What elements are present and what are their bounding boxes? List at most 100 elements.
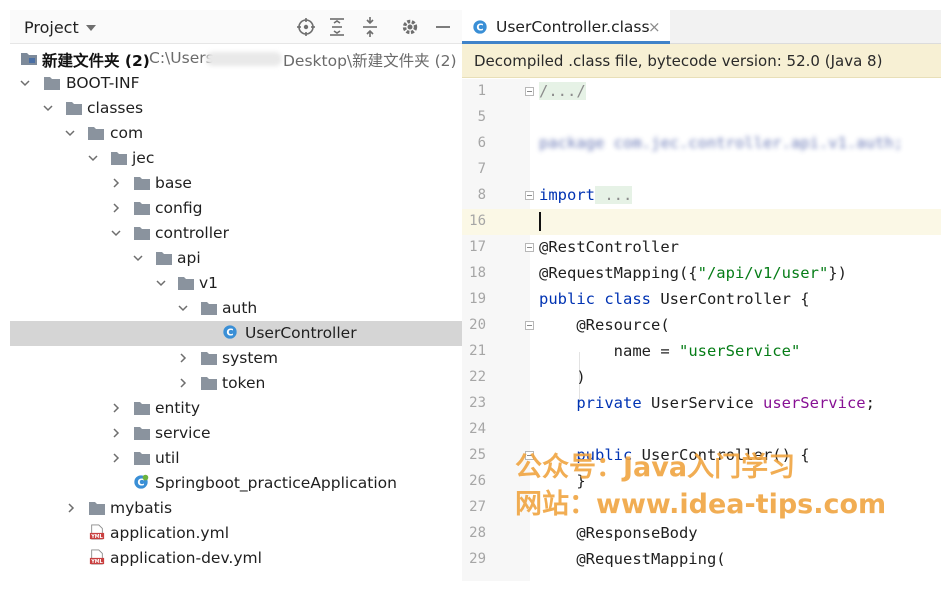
line-number: 19 (469, 291, 486, 307)
fold-icon[interactable] (525, 191, 534, 200)
chevron-down-icon[interactable] (86, 25, 96, 31)
code-text (539, 212, 541, 231)
folder-icon (89, 502, 105, 515)
chevron-down-icon[interactable] (65, 128, 75, 138)
editor-tab-bar: C UserController.class × (462, 10, 941, 44)
tree-row-token[interactable]: token (10, 371, 462, 396)
line-number: 17 (469, 239, 486, 255)
code-line: 28 @ResponseBody (462, 521, 941, 547)
code-line: 1 /.../ (462, 79, 941, 105)
tree-label: controller (155, 224, 229, 242)
folder-icon (134, 427, 150, 440)
chevron-down-icon[interactable] (88, 153, 98, 163)
tree-row-util[interactable]: util (10, 446, 462, 471)
tree-label: entity (155, 399, 200, 417)
expand-all-icon[interactable] (327, 17, 347, 37)
decompiled-banner: Decompiled .class file, bytecode version… (462, 44, 941, 78)
folder-icon (88, 127, 104, 140)
tree-row-user-controller[interactable]: C UserController (10, 321, 462, 346)
line-number: 7 (477, 161, 486, 177)
tree-row-mybatis[interactable]: mybatis (10, 496, 462, 521)
chevron-right-icon[interactable] (66, 503, 76, 513)
tree-row-base[interactable]: base (10, 171, 462, 196)
line-number: 24 (469, 421, 486, 437)
tree-row-system[interactable]: system (10, 346, 462, 371)
line-number: 6 (477, 135, 486, 151)
gear-icon[interactable] (400, 17, 420, 37)
line-number: 20 (469, 317, 486, 333)
tree-row-config[interactable]: config (10, 196, 462, 221)
code-line: 20 @Resource( (462, 313, 941, 339)
tree-row-root[interactable]: 新建文件夹 (2) C:\Users Desktop\新建文件夹 (2) (10, 46, 462, 71)
code-line: 23 private UserService userService; (462, 391, 941, 417)
chevron-right-icon[interactable] (178, 353, 188, 363)
code-line: 21 name = "userService" (462, 339, 941, 365)
fold-icon[interactable] (525, 87, 534, 96)
chevron-right-icon[interactable] (111, 453, 121, 463)
folder-icon (156, 252, 172, 265)
chevron-right-icon[interactable] (111, 428, 121, 438)
line-number: 8 (477, 187, 486, 203)
tree-row-classes[interactable]: classes (10, 96, 462, 121)
tree-row-application-dev-yml[interactable]: YML application-dev.yml (10, 546, 462, 571)
folder-icon (134, 202, 150, 215)
svg-text:YML: YML (90, 534, 103, 540)
fold-icon[interactable] (525, 243, 534, 252)
svg-text:C: C (476, 23, 483, 34)
tree-label: util (155, 449, 180, 467)
tree-row-entity[interactable]: entity (10, 396, 462, 421)
close-icon[interactable]: × (648, 18, 661, 36)
code-text: @RequestMapping({"/api/v1/user"}) (539, 264, 847, 282)
java-class-icon: C (223, 325, 237, 339)
editor-tab-user-controller[interactable]: C UserController.class × (462, 10, 670, 44)
tree-row-controller[interactable]: controller (10, 221, 462, 246)
tree-row-auth[interactable]: auth (10, 296, 462, 321)
tree-row-com[interactable]: com (10, 121, 462, 146)
ide-window: Project 新建文件夹 (2) C:\Users Desktop\新建文件夹… (0, 0, 951, 591)
folder-icon (134, 452, 150, 465)
chevron-right-icon[interactable] (111, 403, 121, 413)
tree-row-jec[interactable]: jec (10, 146, 462, 171)
tree-row-v1[interactable]: v1 (10, 271, 462, 296)
chevron-right-icon[interactable] (111, 178, 121, 188)
folder-module-icon (21, 53, 37, 65)
locate-icon[interactable] (296, 17, 316, 37)
chevron-right-icon[interactable] (111, 203, 121, 213)
tree-row-service[interactable]: service (10, 421, 462, 446)
yaml-file-icon: YML (89, 524, 105, 540)
code-text: /.../ (539, 82, 586, 100)
chevron-down-icon[interactable] (133, 253, 143, 263)
minimize-icon[interactable] (433, 17, 453, 37)
folder-icon (44, 77, 60, 90)
tree-row-api[interactable]: api (10, 246, 462, 271)
spring-boot-class-icon: C (134, 474, 149, 489)
tree-label: service (155, 424, 211, 442)
collapse-all-icon[interactable] (360, 17, 380, 37)
code-text: private UserService userService; (576, 394, 875, 412)
line-number: 5 (477, 109, 486, 125)
chevron-down-icon[interactable] (111, 228, 121, 238)
code-text: import ... (539, 186, 633, 204)
tree-row-application-yml[interactable]: YML application.yml (10, 521, 462, 546)
chevron-right-icon[interactable] (178, 378, 188, 388)
tree-label: jec (132, 149, 155, 167)
tree-row-boot-inf[interactable]: BOOT-INF (10, 71, 462, 96)
fold-icon[interactable] (525, 321, 534, 330)
tab-label: UserController.class (496, 18, 650, 36)
code-line: 18 @RequestMapping({"/api/v1/user"}) (462, 261, 941, 287)
chevron-down-icon[interactable] (20, 78, 30, 88)
svg-text:C: C (226, 328, 233, 339)
tree-row-springboot-application[interactable]: C Springboot_practiceApplication (10, 471, 462, 496)
chevron-down-icon[interactable] (178, 303, 188, 313)
code-text: @RequestMapping( (539, 550, 726, 568)
tree-label: auth (222, 299, 258, 317)
project-panel-title[interactable]: Project (24, 18, 79, 37)
watermark-line-1: 公众号：Java入门学习 (515, 452, 796, 483)
code-line: 19 public class UserController { (462, 287, 941, 313)
chevron-down-icon[interactable] (43, 103, 53, 113)
tree-row-partial (10, 571, 462, 581)
tree-label: v1 (199, 274, 219, 292)
tree-label: UserController (245, 324, 357, 342)
chevron-down-icon[interactable] (156, 278, 166, 288)
tree-label: application.yml (110, 524, 230, 542)
